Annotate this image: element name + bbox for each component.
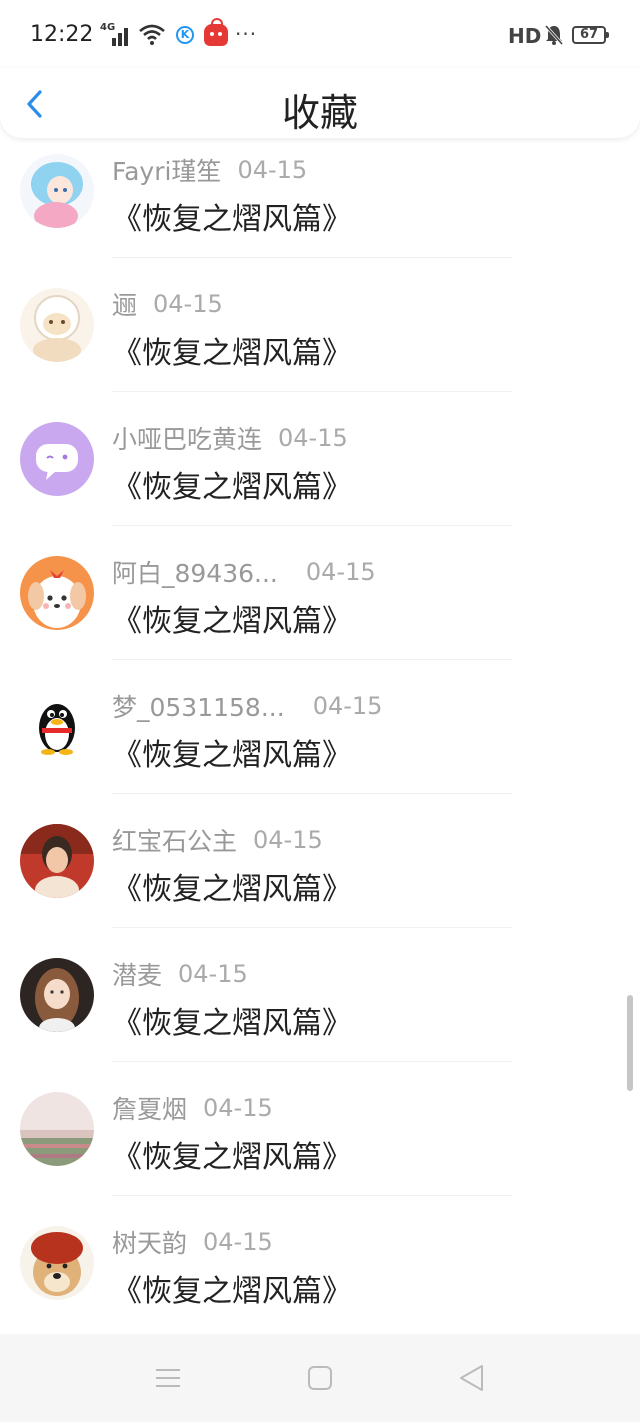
chat-bubble-avatar-icon bbox=[20, 422, 94, 496]
network-type: 4G bbox=[100, 22, 116, 33]
hd-label: HD bbox=[508, 24, 542, 48]
item-content[interactable]: 《恢复之熠风篇》 bbox=[112, 1266, 352, 1310]
item-meta: 红宝石公主 04-15 bbox=[112, 822, 323, 856]
item-meta: 阿白_89436... 04-15 bbox=[112, 554, 376, 588]
item-meta: 潜麦 04-15 bbox=[112, 956, 248, 990]
user-name[interactable]: 阿白_89436... bbox=[112, 554, 278, 590]
item-content[interactable]: 《恢复之熠风篇》 bbox=[112, 1132, 352, 1176]
item-meta: Fayri瑾笙 04-15 bbox=[112, 152, 308, 186]
item-content[interactable]: 《恢复之熠风篇》 bbox=[112, 328, 352, 372]
item-date: 04-15 bbox=[178, 960, 248, 988]
item-date: 04-15 bbox=[203, 1094, 273, 1122]
bell-muted-icon bbox=[544, 25, 564, 45]
battery-indicator: 67 bbox=[572, 26, 609, 44]
list-item[interactable]: 詹夏烟 04-15 《恢复之熠风篇》 bbox=[0, 1078, 640, 1213]
item-date: 04-15 bbox=[237, 156, 308, 184]
item-date: 04-15 bbox=[312, 692, 383, 720]
divider bbox=[112, 1195, 512, 1196]
item-meta: 詹夏烟 04-15 bbox=[112, 1090, 273, 1124]
system-nav-bar bbox=[0, 1334, 640, 1422]
item-date: 04-15 bbox=[253, 826, 323, 854]
divider bbox=[112, 793, 512, 794]
woman-photo-avatar-icon bbox=[20, 824, 94, 898]
status-bar: 12:22 4G K ··· HD 67 bbox=[0, 0, 640, 72]
user-name[interactable]: 梦_0531158... bbox=[112, 688, 285, 724]
user-name[interactable]: 逦 bbox=[112, 286, 137, 322]
page-title: 收藏 bbox=[281, 91, 358, 135]
scrollbar-thumb[interactable] bbox=[627, 995, 633, 1091]
item-meta: 梦_0531158... 04-15 bbox=[112, 688, 383, 722]
back-triangle-icon[interactable] bbox=[456, 1362, 488, 1394]
divider bbox=[112, 659, 512, 660]
avatar[interactable] bbox=[20, 1092, 94, 1166]
divider bbox=[112, 257, 512, 258]
qq-penguin-avatar-icon bbox=[20, 690, 94, 764]
item-meta: 树天韵 04-15 bbox=[112, 1224, 273, 1258]
divider bbox=[112, 927, 512, 928]
list-item[interactable]: 树天韵 04-15 《恢复之熠风篇》 bbox=[0, 1212, 640, 1332]
item-date: 04-15 bbox=[278, 424, 348, 452]
divider bbox=[112, 1061, 512, 1062]
user-name[interactable]: 树天韵 bbox=[112, 1224, 187, 1260]
user-name[interactable]: 詹夏烟 bbox=[112, 1090, 187, 1126]
landscape-avatar-icon bbox=[20, 1092, 94, 1166]
doge-avatar-icon bbox=[20, 1226, 94, 1300]
favorites-list: Fayri瑾笙 04-15 《恢复之熠风篇》 逦 04-15 《恢复之熠风篇》 bbox=[0, 140, 640, 1332]
k-app-icon: K bbox=[176, 26, 194, 44]
wifi-icon bbox=[139, 24, 165, 45]
item-content[interactable]: 《恢复之熠风篇》 bbox=[112, 998, 352, 1042]
list-item[interactable]: 小哑巴吃黄连 04-15 《恢复之熠风篇》 bbox=[0, 408, 640, 543]
item-date: 04-15 bbox=[203, 1228, 273, 1256]
avatar[interactable] bbox=[20, 556, 94, 630]
cellular-signal-icon: 4G bbox=[100, 22, 130, 46]
avatar[interactable] bbox=[20, 958, 94, 1032]
shopping-bag-icon bbox=[204, 18, 228, 46]
user-name[interactable]: 红宝石公主 bbox=[112, 822, 237, 858]
user-name[interactable]: 潜麦 bbox=[112, 956, 162, 992]
list-item[interactable]: 潜麦 04-15 《恢复之熠风篇》 bbox=[0, 944, 640, 1079]
divider bbox=[112, 391, 512, 392]
status-time: 12:22 bbox=[30, 22, 94, 47]
item-date: 04-15 bbox=[305, 558, 376, 586]
cartoon-dog-avatar-icon bbox=[20, 556, 94, 630]
header: 收藏 bbox=[0, 68, 640, 138]
list-item[interactable]: 阿白_89436... 04-15 《恢复之熠风篇》 bbox=[0, 542, 640, 677]
sheep-avatar-icon bbox=[20, 288, 94, 362]
item-date: 04-15 bbox=[153, 290, 223, 318]
list-item[interactable]: Fayri瑾笙 04-15 《恢复之熠风篇》 bbox=[0, 140, 640, 275]
girl-photo-avatar-icon bbox=[20, 958, 94, 1032]
avatar[interactable] bbox=[20, 690, 94, 764]
list-item[interactable]: 红宝石公主 04-15 《恢复之熠风篇》 bbox=[0, 810, 640, 945]
avatar[interactable] bbox=[20, 422, 94, 496]
item-content[interactable]: 《恢复之熠风篇》 bbox=[112, 462, 352, 506]
menu-icon[interactable] bbox=[152, 1362, 184, 1394]
avatar[interactable] bbox=[20, 154, 94, 228]
avatar[interactable] bbox=[20, 1226, 94, 1300]
item-meta: 逦 04-15 bbox=[112, 286, 223, 320]
user-name[interactable]: 小哑巴吃黄连 bbox=[112, 420, 262, 456]
divider bbox=[112, 525, 512, 526]
avatar[interactable] bbox=[20, 824, 94, 898]
item-content[interactable]: 《恢复之熠风篇》 bbox=[112, 596, 352, 640]
home-square-icon[interactable] bbox=[304, 1362, 336, 1394]
more-notifications-icon: ··· bbox=[235, 22, 258, 46]
item-content[interactable]: 《恢复之熠风篇》 bbox=[112, 864, 352, 908]
anime-girl-avatar-icon bbox=[20, 154, 94, 228]
list-item[interactable]: 梦_0531158... 04-15 《恢复之熠风篇》 bbox=[0, 676, 640, 811]
list-item[interactable]: 逦 04-15 《恢复之熠风篇》 bbox=[0, 274, 640, 409]
item-meta: 小哑巴吃黄连 04-15 bbox=[112, 420, 348, 454]
item-content[interactable]: 《恢复之熠风篇》 bbox=[112, 194, 352, 238]
user-name[interactable]: Fayri瑾笙 bbox=[112, 152, 221, 188]
avatar[interactable] bbox=[20, 288, 94, 362]
item-content[interactable]: 《恢复之熠风篇》 bbox=[112, 730, 352, 774]
